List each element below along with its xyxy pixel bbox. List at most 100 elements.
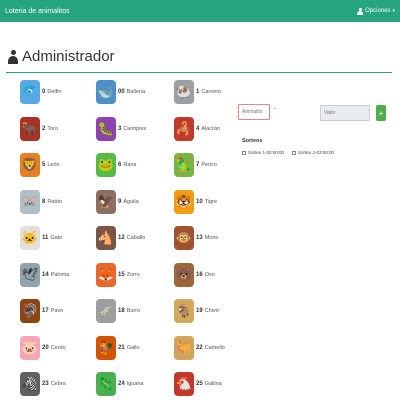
animal-item[interactable]: 🐐 19 Chivo [174, 297, 219, 325]
parrot-icon[interactable]: 🦜 [174, 153, 194, 177]
animal-number: 25 [196, 381, 203, 387]
animal-item[interactable]: 🐭 8 Ratón [20, 188, 62, 216]
animal-name: Pavo [50, 308, 64, 314]
mouse-icon[interactable]: 🐭 [20, 189, 40, 214]
tiger-icon[interactable]: 🐯 [174, 189, 194, 214]
animal-item[interactable]: 🐻 16 Oso [174, 261, 215, 289]
pig-icon[interactable]: 🐷 [20, 335, 40, 360]
iguana-icon[interactable]: 🦎 [96, 372, 116, 396]
animal-number: 18 [118, 308, 125, 314]
animal-name: Gallina [204, 381, 222, 387]
animal-item[interactable]: 🐱 11 Gato [20, 224, 62, 252]
rooster-icon[interactable]: 🐓 [96, 335, 116, 360]
animal-number: 5 [42, 162, 46, 168]
animal-number: 1 [196, 89, 200, 95]
animal-name: Gato [50, 235, 63, 241]
animal-name: Alacrán [201, 125, 220, 132]
animal-number: 24 [118, 381, 125, 387]
animal-item[interactable]: 🐴 12 Caballo [96, 224, 145, 252]
animal-item[interactable]: 🦂 4 Alacrán [174, 115, 220, 143]
animal-item[interactable]: 🐂 2 Toro [20, 115, 58, 143]
turkey-icon[interactable]: 🦃 [20, 299, 40, 323]
animal-item[interactable]: 🐏 1 Carnero [174, 78, 221, 106]
caret-down-icon: ▾ [392, 8, 395, 14]
monkey-icon[interactable]: 🐵 [174, 226, 194, 250]
animal-name: Delfin [47, 89, 62, 95]
animal-item[interactable]: 🐔 25 Gallina [174, 370, 222, 398]
bear-icon[interactable]: 🐻 [174, 262, 194, 287]
checkbox[interactable] [242, 150, 246, 155]
animal-item[interactable]: 🦅 9 Águila [96, 188, 139, 216]
animal-number: 19 [196, 308, 203, 314]
animal-item[interactable]: 🦊 15 Zorro [96, 261, 140, 289]
animal-item[interactable]: 🦃 17 Pavo [20, 297, 63, 325]
value-input[interactable] [320, 105, 370, 121]
options-menu[interactable]: Opciones ▾ [357, 7, 395, 15]
frog-icon[interactable]: 🐸 [96, 153, 116, 177]
ram-icon[interactable]: 🐏 [174, 80, 194, 104]
scorpion-icon[interactable]: 🦂 [174, 116, 194, 141]
lion-icon[interactable]: 🦁 [20, 153, 40, 177]
animal-name: Tigre [204, 198, 218, 205]
animal-name: Gallo [126, 344, 140, 351]
brand-link[interactable]: Loteria de animalitos [5, 8, 70, 15]
horse-icon[interactable]: 🐴 [96, 226, 116, 250]
animal-item[interactable]: 🐸 6 Rana [96, 151, 137, 179]
add-button[interactable]: + [376, 105, 386, 121]
animal-number: 00 [118, 89, 125, 95]
animal-number: 7 [196, 162, 200, 168]
animal-item[interactable]: 🦁 5 León [20, 151, 60, 179]
animal-item[interactable]: 🐵 13 Mono [174, 224, 218, 252]
bull-icon[interactable]: 🐂 [20, 116, 40, 141]
animal-name: Zorro [126, 271, 140, 278]
hen-icon[interactable]: 🐔 [174, 372, 194, 396]
animal-item[interactable]: 🦜 7 Perico [174, 151, 217, 179]
animal-number: 21 [118, 344, 125, 351]
animal-number: 16 [196, 271, 203, 278]
animal-name: Chivo [204, 308, 219, 314]
whale-icon[interactable]: 🐋 [96, 80, 116, 104]
animal-input[interactable] [238, 104, 270, 120]
animal-number: 13 [196, 235, 203, 241]
checkbox[interactable] [292, 150, 297, 155]
animal-item[interactable]: 🕊 14 Paloma [20, 261, 69, 289]
dove-icon[interactable]: 🕊 [20, 262, 40, 287]
donkey-icon[interactable]: 🫏 [96, 299, 116, 323]
camel-icon[interactable]: 🐫 [174, 335, 194, 360]
admin-user-icon [8, 49, 18, 64]
animal-item[interactable]: 🫏 18 Burro [96, 297, 140, 325]
animal-name: Perico [201, 162, 217, 168]
animal-item[interactable]: 🐬 0 Delfin [20, 78, 61, 106]
animal-item[interactable]: 🐫 22 Camello [174, 334, 225, 362]
animal-name: Cerdo [50, 344, 66, 351]
animal-name: Iguana [126, 381, 144, 387]
animal-item[interactable]: 🐋 00 Ballena [96, 78, 145, 106]
animal-item[interactable]: 🐓 21 Gallo [96, 334, 140, 362]
user-icon [357, 7, 364, 15]
sorteo-option-2[interactable]: Sorteo 2-03:00:00 [292, 150, 334, 155]
animal-name: Oso [204, 271, 215, 278]
options-label: Opciones [365, 8, 391, 14]
animal-number: 9 [118, 198, 122, 205]
cat-icon[interactable]: 🐱 [20, 226, 40, 250]
animal-name: Águila [123, 198, 139, 205]
animal-number: 10 [196, 198, 203, 205]
animal-item[interactable]: 🦓 23 Cebra [20, 370, 66, 398]
animal-number: 15 [118, 271, 125, 278]
sorteo-list: Sorteo 1-02:00:00 Sorteo 2-03:00:00 [242, 150, 334, 155]
dolphin-icon[interactable]: 🐬 [20, 80, 40, 104]
animal-name: León [47, 162, 60, 168]
animal-item[interactable]: 🐷 20 Cerdo [20, 334, 66, 362]
animal-number: 22 [196, 344, 203, 351]
animal-name: Ciempies [123, 125, 147, 132]
fox-icon[interactable]: 🦊 [96, 262, 116, 287]
zebra-icon[interactable]: 🦓 [20, 372, 40, 396]
eagle-icon[interactable]: 🦅 [96, 189, 116, 214]
goat-icon[interactable]: 🐐 [174, 299, 194, 323]
sorteo-option-1[interactable]: Sorteo 1-02:00:00 [242, 150, 284, 155]
animal-item[interactable]: 🦎 24 Iguana [96, 370, 144, 398]
animal-item[interactable]: 🐛 3 Ciempies [96, 115, 146, 143]
animal-item[interactable]: 🐯 10 Tigre [174, 188, 217, 216]
animal-name: Paloma [50, 271, 70, 278]
centipede-icon[interactable]: 🐛 [96, 116, 116, 141]
